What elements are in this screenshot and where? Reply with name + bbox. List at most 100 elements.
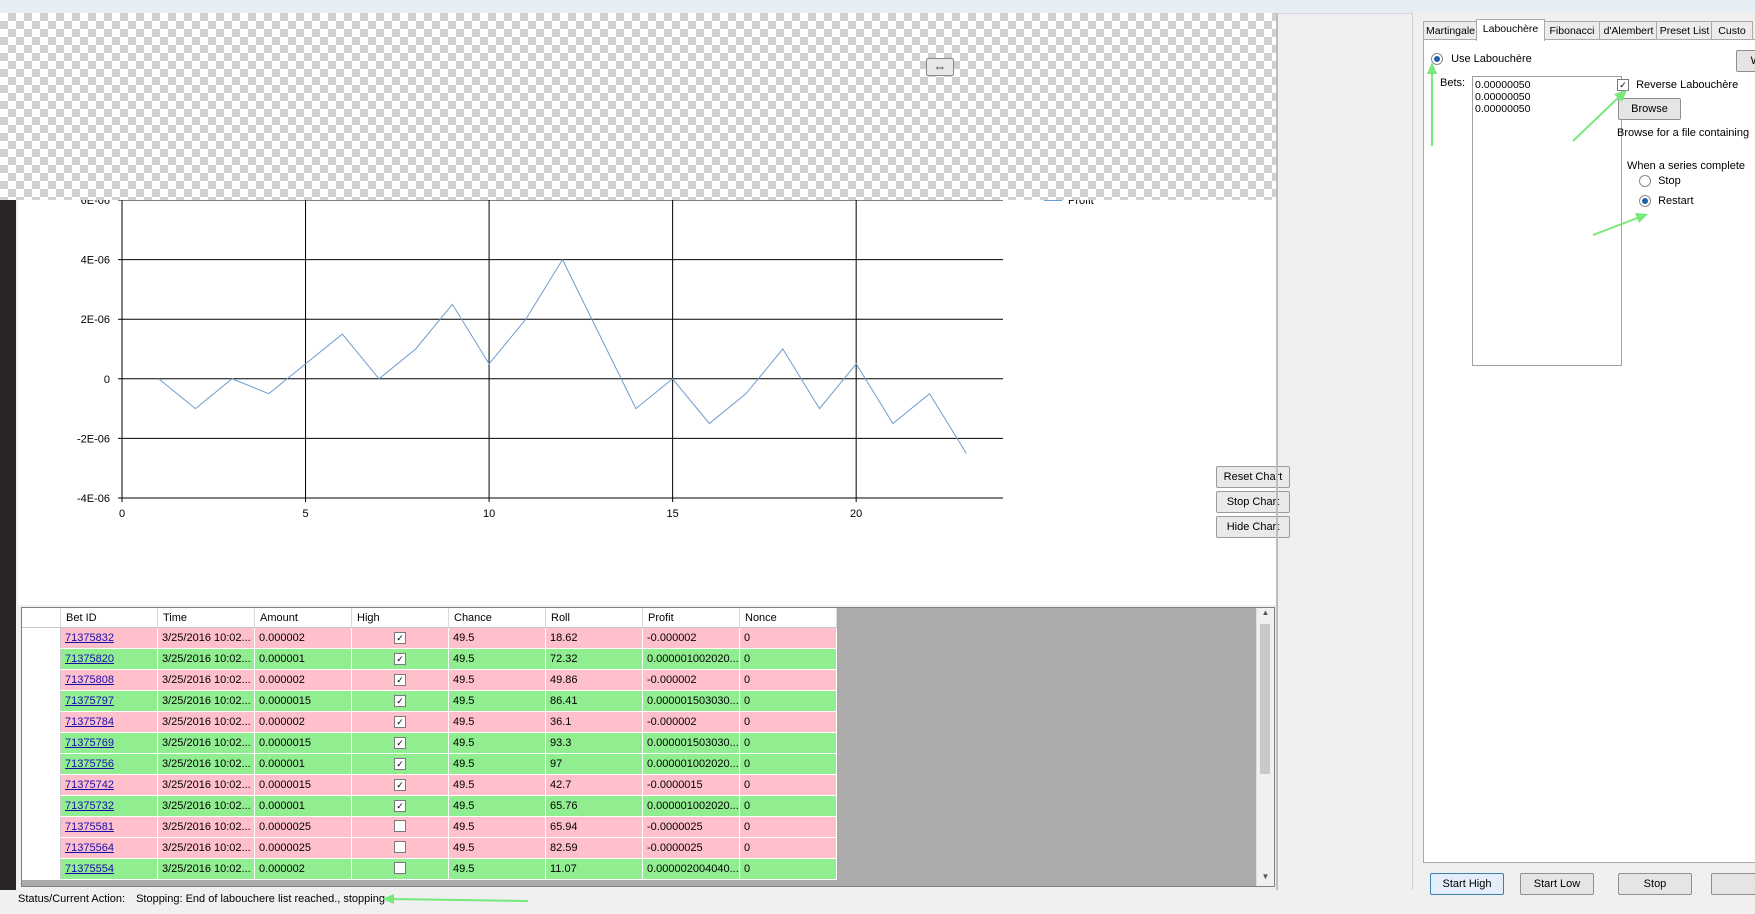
tab-custom[interactable]: Custo bbox=[1711, 21, 1753, 40]
restart-option[interactable]: Restart bbox=[1639, 195, 1694, 208]
row-header-corner bbox=[22, 608, 61, 628]
reset-chart-button[interactable]: Reset Chart bbox=[1216, 466, 1290, 488]
table-row[interactable]: 71375581 3/25/2016 10:02... 0.0000025 49.5 6… bbox=[22, 816, 837, 838]
scroll-down-icon[interactable]: ▼ bbox=[1257, 872, 1274, 886]
tab-labouchere[interactable]: Labouchère bbox=[1476, 19, 1545, 41]
stop-button[interactable]: Stop bbox=[1618, 873, 1692, 895]
bet-id-link[interactable]: 71375756 bbox=[65, 758, 114, 770]
table-row[interactable]: 71375769 3/25/2016 10:02... 0.0000015 ✓ 49.5… bbox=[22, 732, 837, 754]
table-row[interactable]: 71375732 3/25/2016 10:02... 0.000001 ✓ 49.5 6… bbox=[22, 795, 837, 817]
bet-id-link[interactable]: 71375581 bbox=[65, 821, 114, 833]
amount-cell: 0.0000025 bbox=[254, 816, 352, 838]
start-low-button[interactable]: Start Low bbox=[1520, 873, 1594, 895]
nonce-cell: 0 bbox=[739, 816, 837, 838]
high-checkbox[interactable]: ✓ bbox=[394, 800, 406, 812]
col-high[interactable]: High bbox=[351, 608, 449, 628]
high-cell: ✓ bbox=[351, 648, 449, 670]
high-checkbox[interactable] bbox=[394, 861, 406, 874]
bet-id-link[interactable]: 71375732 bbox=[65, 800, 114, 812]
labouchere-tab-body: Use Labouchère Wi Bets: 0.00000050 0.000… bbox=[1423, 39, 1755, 863]
bet-id-link[interactable]: 71375797 bbox=[65, 695, 114, 707]
bet-id-link[interactable]: 71375808 bbox=[65, 674, 114, 686]
window-top-strip bbox=[0, 0, 1755, 14]
reverse-labouchere-option[interactable]: ✓ Reverse Labouchère bbox=[1617, 79, 1738, 92]
table-row[interactable]: 71375564 3/25/2016 10:02... 0.0000025 49.5 8… bbox=[22, 837, 837, 859]
row-header bbox=[22, 732, 61, 754]
high-checkbox[interactable]: ✓ bbox=[394, 632, 406, 644]
col-nonce[interactable]: Nonce bbox=[739, 608, 837, 628]
high-cell: ✓ bbox=[351, 690, 449, 712]
splitter-handle-icon[interactable]: ⇔ bbox=[926, 58, 954, 76]
table-row[interactable]: 71375784 3/25/2016 10:02... 0.000002 ✓ 49.5 3… bbox=[22, 711, 837, 733]
status-bar: Status/Current Action: Stopping: End of … bbox=[18, 888, 1276, 910]
bet-id-link[interactable]: 71375742 bbox=[65, 779, 114, 791]
row-header bbox=[22, 690, 61, 712]
high-checkbox[interactable]: ✓ bbox=[394, 695, 406, 707]
x-tick-label: 5 bbox=[302, 508, 308, 520]
stop-radio[interactable] bbox=[1639, 175, 1651, 188]
roll-cell: 82.59 bbox=[545, 837, 643, 859]
amount-cell: 0.000002 bbox=[254, 627, 352, 649]
bet-id-link[interactable]: 71375564 bbox=[65, 842, 114, 854]
tab-dalembert[interactable]: d'Alembert bbox=[1599, 21, 1658, 40]
strategy-panel: Martingale Labouchère Fibonacci d'Alembe… bbox=[1413, 13, 1755, 895]
grid-vertical-scrollbar[interactable]: ▲ ▼ bbox=[1256, 608, 1274, 886]
col-bet-id[interactable]: Bet ID bbox=[60, 608, 158, 628]
col-time[interactable]: Time bbox=[157, 608, 255, 628]
roll-cell: 65.76 bbox=[545, 795, 643, 817]
status-annotation-arrow bbox=[382, 894, 529, 904]
tab-martingale[interactable]: Martingale bbox=[1423, 21, 1478, 40]
col-profit[interactable]: Profit bbox=[642, 608, 740, 628]
bet-id-cell: 71375832 bbox=[60, 627, 158, 649]
table-row[interactable]: 71375820 3/25/2016 10:02... 0.000001 ✓ 49.5 7… bbox=[22, 648, 837, 670]
roll-cell: 49.86 bbox=[545, 669, 643, 691]
table-row[interactable]: 71375554 3/25/2016 10:02... 0.000002 49.5 11… bbox=[22, 858, 837, 880]
reverse-annotation-arrow bbox=[1572, 90, 1627, 142]
y-tick-label: -2E-06 bbox=[77, 433, 110, 445]
bet-id-link[interactable]: 71375784 bbox=[65, 716, 114, 728]
stop-option-label: Stop bbox=[1658, 175, 1681, 187]
table-row[interactable]: 71375832 3/25/2016 10:02... 0.000002 ✓ 49.5 1… bbox=[22, 627, 837, 649]
table-row[interactable]: 71375756 3/25/2016 10:02... 0.000001 ✓ 49.5 9… bbox=[22, 753, 837, 775]
tab-preset-list[interactable]: Preset List bbox=[1656, 21, 1713, 40]
col-roll[interactable]: Roll bbox=[545, 608, 643, 628]
time-cell: 3/25/2016 10:02... bbox=[157, 795, 255, 817]
extra-button[interactable] bbox=[1711, 873, 1755, 895]
high-checkbox[interactable]: ✓ bbox=[394, 653, 406, 665]
top-right-button[interactable]: Wi bbox=[1736, 50, 1755, 72]
high-checkbox[interactable]: ✓ bbox=[394, 758, 406, 770]
tab-fibonacci[interactable]: Fibonacci bbox=[1543, 21, 1601, 40]
stop-chart-button[interactable]: Stop Chart bbox=[1216, 491, 1290, 513]
bet-id-link[interactable]: 71375769 bbox=[65, 737, 114, 749]
restart-radio[interactable] bbox=[1639, 195, 1651, 208]
high-checkbox[interactable] bbox=[394, 840, 406, 853]
bet-id-cell: 71375784 bbox=[60, 711, 158, 733]
scrollbar-thumb[interactable] bbox=[1260, 624, 1270, 774]
bet-id-link[interactable]: 71375554 bbox=[65, 863, 114, 875]
grid-header-row: Bet ID Time Amount High Chance Roll Prof… bbox=[22, 608, 837, 628]
hide-chart-button[interactable]: Hide Chart bbox=[1216, 516, 1290, 538]
use-labouchere-option[interactable]: Use Labouchère bbox=[1431, 53, 1532, 66]
table-row[interactable]: 71375808 3/25/2016 10:02... 0.000002 ✓ 49.5 4… bbox=[22, 669, 837, 691]
high-checkbox[interactable]: ✓ bbox=[394, 716, 406, 728]
table-row[interactable]: 71375742 3/25/2016 10:02... 0.0000015 ✓ 49.5… bbox=[22, 774, 837, 796]
scroll-up-icon[interactable]: ▲ bbox=[1257, 608, 1274, 622]
x-tick-label: 0 bbox=[119, 508, 125, 520]
high-checkbox[interactable]: ✓ bbox=[394, 737, 406, 749]
high-checkbox[interactable]: ✓ bbox=[394, 779, 406, 791]
bet-id-link[interactable]: 71375820 bbox=[65, 653, 114, 665]
bets-grid[interactable]: Bet ID Time Amount High Chance Roll Prof… bbox=[21, 607, 1275, 887]
amount-cell: 0.000002 bbox=[254, 858, 352, 880]
high-checkbox[interactable] bbox=[394, 819, 406, 832]
col-amount[interactable]: Amount bbox=[254, 608, 352, 628]
stop-option[interactable]: Stop bbox=[1639, 175, 1681, 188]
col-chance[interactable]: Chance bbox=[448, 608, 546, 628]
bet-id-link[interactable]: 71375832 bbox=[65, 632, 114, 644]
high-checkbox[interactable]: ✓ bbox=[394, 674, 406, 686]
amount-cell: 0.000002 bbox=[254, 669, 352, 691]
table-row[interactable]: 71375797 3/25/2016 10:02... 0.0000015 ✓ 49.5… bbox=[22, 690, 837, 712]
profit-cell: -0.000002 bbox=[642, 627, 740, 649]
high-cell bbox=[351, 837, 449, 859]
start-high-button[interactable]: Start High bbox=[1430, 873, 1504, 895]
chance-cell: 49.5 bbox=[448, 732, 546, 754]
